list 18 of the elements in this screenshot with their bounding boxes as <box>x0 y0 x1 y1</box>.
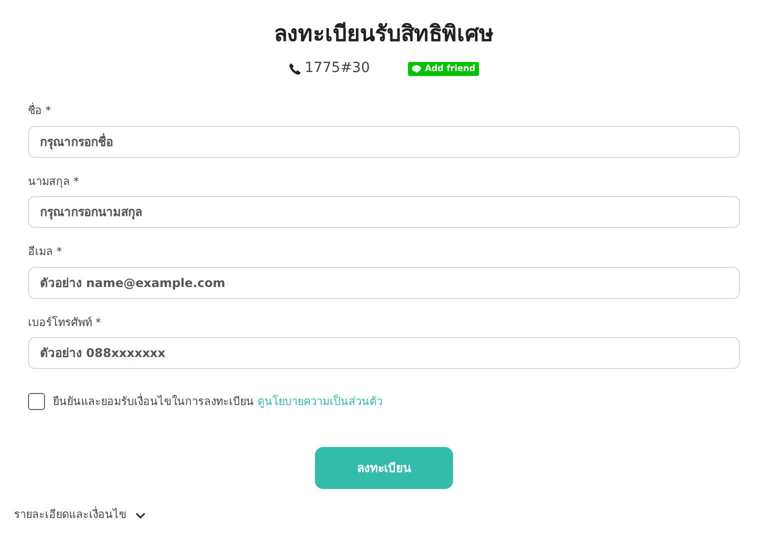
field-label: ชื่อ * <box>28 103 52 120</box>
consent-text: ยืนยันและยอมรับเงื่อนไขในการลงทะเบียน ดูนโยบายความเป็นส่วนตัว <box>53 394 382 410</box>
field-label: อีเมล * <box>28 244 63 260</box>
input-field[interactable]: ตัวอย่าง 088xxxxxxx <box>28 337 740 370</box>
add-friend-button[interactable]: Add friend <box>408 62 480 76</box>
phone-icon <box>288 62 301 75</box>
input-field[interactable]: ตัวอย่าง name@example.com <box>28 266 740 299</box>
page-title: ลงทะเบียนรับสิทธิพิเศษ <box>273 22 495 48</box>
speech-bubble-icon <box>412 64 421 73</box>
privacy-policy-link[interactable]: ดูนโยบายความเป็นส่วนตัว <box>258 394 382 408</box>
field-label: เบอร์โทรศัพท์ * <box>28 314 102 331</box>
phone-number: 1775#30 <box>304 59 370 78</box>
field-label: นามสกุล * <box>28 174 80 190</box>
input-field[interactable]: กรุณากรอกชื่อ <box>28 126 740 158</box>
terms-details-toggle[interactable]: รายละเอียดและเงื่อนไข <box>14 507 146 524</box>
register-button[interactable]: ลงทะเบียน <box>315 447 453 490</box>
consent-checkbox[interactable] <box>28 393 45 410</box>
input-field[interactable]: กรุณากรอกนามสกุล <box>28 196 740 228</box>
